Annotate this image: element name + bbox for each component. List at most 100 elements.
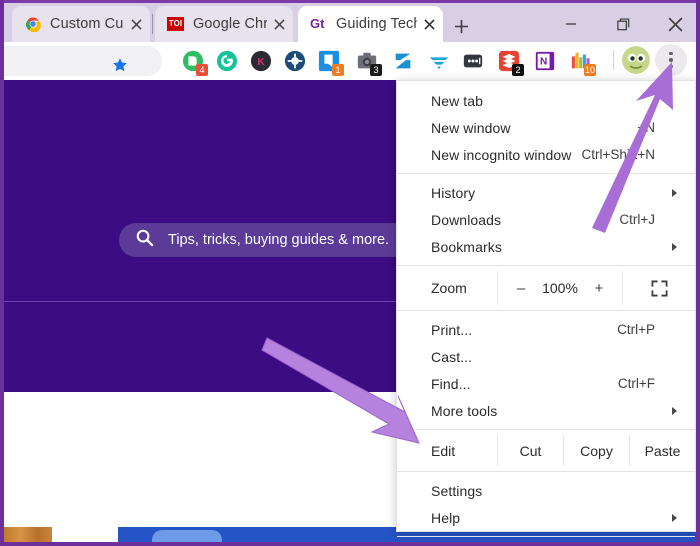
toolbar-divider [613, 50, 614, 70]
menu-item-label: Settings [431, 482, 483, 499]
wifi-extension-icon[interactable] [428, 50, 450, 72]
menu-item-label: Find... [431, 375, 471, 392]
extension-badge: 1 [332, 64, 344, 76]
menu-zoom-row: Zoom – 100% + [397, 271, 695, 305]
guidingtech-logo-text: Gt [310, 16, 325, 31]
restore-button[interactable] [600, 4, 646, 44]
kami-extension-icon[interactable]: K [250, 50, 272, 72]
menu-item-label: Print... [431, 321, 473, 338]
menu-item-label: New tab [431, 92, 484, 109]
menu-item-label: Help [431, 509, 461, 526]
zoom-out-button[interactable]: – [508, 280, 534, 297]
minimize-button[interactable] [548, 4, 594, 44]
menu-item-more-tools[interactable]: More tools [397, 397, 695, 424]
menu-item-label: Cast... [431, 348, 473, 365]
chrome-main-menu: New tab New window +N New incognito wind… [396, 80, 696, 537]
close-window-button[interactable] [652, 4, 698, 44]
zoom-in-button[interactable]: + [586, 280, 612, 297]
todoist-extension-icon[interactable]: 2 [498, 50, 524, 76]
edit-label: Edit [431, 442, 456, 459]
new-tab-button[interactable] [447, 12, 475, 40]
menu-item-find[interactable]: Find... Ctrl+F [397, 370, 695, 397]
svg-text:N: N [540, 57, 547, 68]
tab-strip: Custom Curs TOI Google Chro Gt Guiding T… [0, 2, 700, 42]
browser-toolbar: 4 K 1 3 2 N 10 [0, 42, 696, 80]
zoom-controls: – 100% + [497, 271, 623, 305]
menu-item-new-window[interactable]: New window +N [397, 114, 695, 141]
menu-item-bookmarks[interactable]: Bookmarks [397, 233, 695, 260]
onenote-extension-icon[interactable]: N [534, 50, 556, 72]
menu-item-accel: Ctrl+P [617, 322, 655, 337]
menu-item-label: History [431, 184, 476, 201]
window-frame-bottom [0, 542, 700, 546]
lastpass-extension-icon[interactable] [462, 50, 484, 72]
chevron-right-icon [672, 406, 677, 415]
menu-separator [397, 429, 695, 430]
menu-item-label: New incognito window [431, 146, 572, 163]
fullscreen-button[interactable] [623, 271, 695, 305]
chevron-right-icon [672, 188, 677, 197]
colornote-extension-icon[interactable]: 10 [570, 50, 596, 76]
dot [669, 58, 673, 62]
window-frame-right [696, 0, 700, 546]
menu-item-help[interactable]: Help [397, 504, 695, 531]
profile-avatar[interactable] [622, 46, 650, 74]
menu-separator [397, 536, 695, 537]
menu-item-cast[interactable]: Cast... [397, 343, 695, 370]
footer-thumbnail-orange [4, 527, 52, 542]
chevron-right-icon [672, 513, 677, 522]
close-icon[interactable] [417, 12, 441, 36]
paste-button[interactable]: Paste [629, 435, 695, 466]
menu-item-label: Bookmarks [431, 238, 502, 255]
copy-button[interactable]: Copy [563, 435, 629, 466]
svg-text:K: K [257, 57, 265, 68]
tab-title: Google Chro [193, 16, 267, 32]
browser-window: Custom Curs TOI Google Chro Gt Guiding T… [0, 0, 700, 546]
hero-headline-text: isions. [4, 426, 54, 451]
menu-item-print[interactable]: Print... Ctrl+P [397, 316, 695, 343]
tab-custom-cursor[interactable]: Custom Curs [12, 6, 150, 42]
menu-edit-row: Edit Cut Copy Paste [397, 435, 695, 466]
extension-badge: 3 [370, 64, 382, 76]
menu-item-label: More tools [431, 402, 498, 419]
tab-guiding-tech[interactable]: Gt Guiding Tech [298, 6, 443, 42]
dot [669, 51, 673, 56]
bookmark-star-icon[interactable] [112, 57, 128, 78]
tab-title: Guiding Tech [336, 16, 417, 32]
menu-item-new-tab[interactable]: New tab [397, 87, 695, 114]
window-frame-top [0, 0, 700, 3]
close-icon[interactable] [124, 12, 148, 36]
tab-title: Custom Curs [50, 16, 124, 32]
close-icon[interactable] [267, 12, 291, 36]
menu-separator [397, 173, 695, 174]
menu-separator [397, 471, 695, 472]
menu-item-accel: Ctrl+F [617, 376, 655, 391]
extension-badge: 4 [196, 64, 208, 76]
menu-item-downloads[interactable]: Downloads Ctrl+J [397, 206, 695, 233]
menu-item-settings[interactable]: Settings [397, 477, 695, 504]
menu-item-label: New window [431, 119, 511, 136]
grammarly-extension-icon[interactable] [216, 50, 238, 72]
menu-item-accel: +N [637, 120, 655, 135]
dot [669, 64, 673, 69]
evernote-extension-icon[interactable]: 4 [182, 50, 208, 76]
zoom-label: Zoom [431, 280, 467, 296]
address-bar[interactable] [0, 46, 162, 76]
extension-badge: 2 [512, 64, 524, 76]
cut-button[interactable]: Cut [497, 435, 563, 466]
camera-extension-icon[interactable]: 3 [356, 50, 382, 76]
pocket-extension-icon[interactable]: 1 [318, 50, 344, 76]
menu-item-history[interactable]: History [397, 179, 695, 206]
chrome-menu-button[interactable] [655, 44, 687, 76]
window-frame-left [0, 0, 4, 546]
zotero-extension-icon[interactable] [392, 50, 414, 72]
tab-google-chrome[interactable]: TOI Google Chro [155, 6, 293, 42]
menu-item-accel: Ctrl+J [619, 212, 655, 227]
bitly-extension-icon[interactable] [284, 50, 306, 72]
zoom-level-value: 100% [542, 280, 578, 296]
site-search-placeholder: Tips, tricks, buying guides & more. [168, 232, 390, 248]
guidingtech-logo-icon: Gt [310, 16, 327, 33]
menu-item-new-incognito-window[interactable]: New incognito window Ctrl+Shift+N [397, 141, 695, 168]
search-icon [135, 228, 154, 252]
menu-item-label: Downloads [431, 211, 502, 228]
